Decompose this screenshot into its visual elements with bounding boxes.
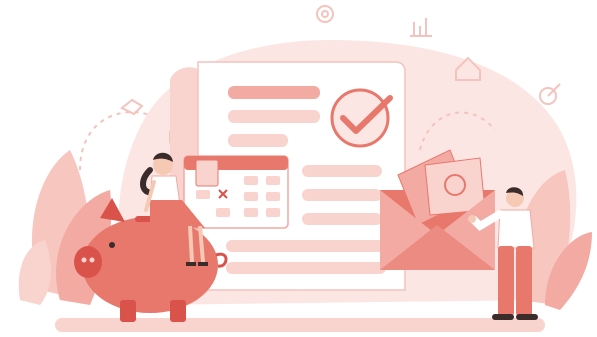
chart-icon: [410, 18, 432, 37]
calendar-icon: [183, 155, 289, 229]
target-icon: [539, 83, 561, 105]
handshake-icon: [120, 98, 144, 116]
illustration-stage: [0, 0, 597, 337]
gear-icon: [316, 5, 334, 23]
checkmark-icon: [330, 88, 393, 148]
finance-illustration: [18, 5, 592, 332]
